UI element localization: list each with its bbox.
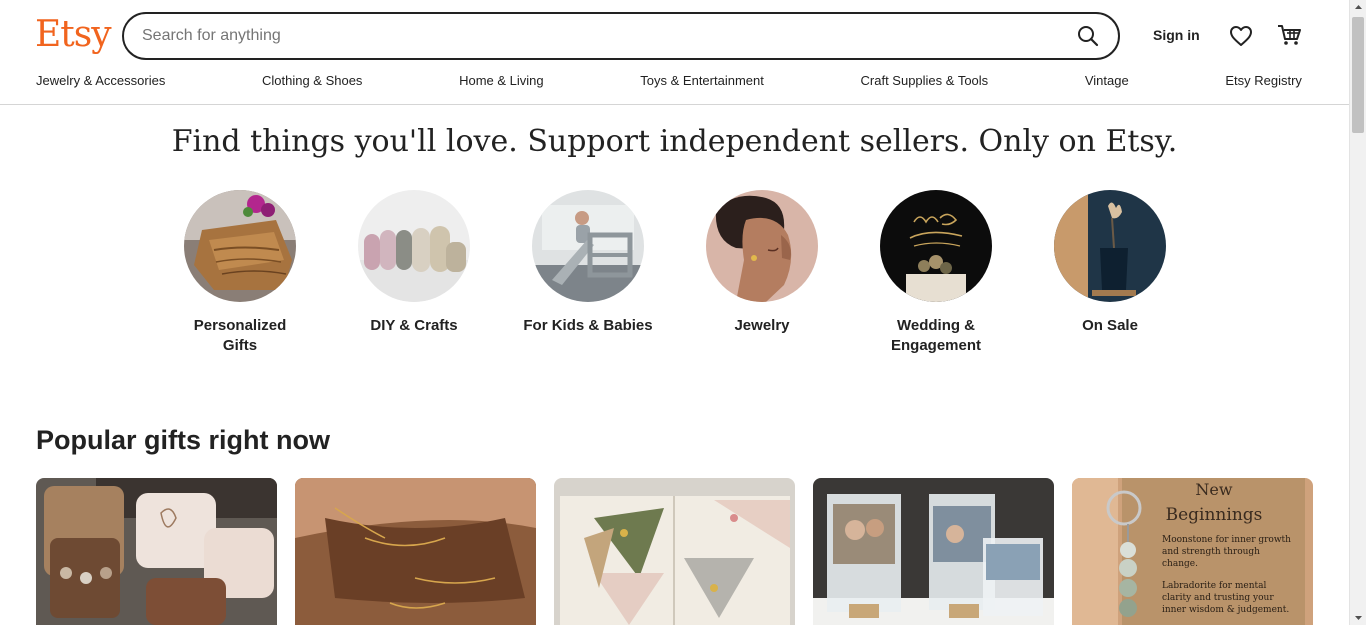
- heart-icon[interactable]: [1229, 24, 1253, 48]
- card-line: and strength through: [1162, 547, 1260, 557]
- search-bar[interactable]: [122, 12, 1120, 60]
- nav-item-etsy-registry[interactable]: Etsy Registry: [1225, 73, 1302, 88]
- category-label: Wedding & Engagement: [890, 317, 981, 354]
- card-line: Labradorite for mental: [1162, 581, 1266, 591]
- photo-plaques-image: [813, 478, 1054, 625]
- category-label: On Sale: [1082, 317, 1138, 334]
- nav-item-vintage[interactable]: Vintage: [1085, 73, 1129, 88]
- gift-card[interactable]: [295, 478, 536, 625]
- nav-item-clothing-shoes[interactable]: Clothing & Shoes: [262, 73, 362, 88]
- category-personalized-gifts[interactable]: Personalized Gifts: [153, 190, 327, 356]
- category-label: Jewelry: [734, 317, 790, 334]
- kids-babies-image: [532, 190, 644, 302]
- moonstone-keychain-image: New Beginnings Moonstone for inner growt…: [1072, 478, 1313, 625]
- category-label: Personalized Gifts: [193, 317, 287, 354]
- popular-gifts-row: New Beginnings Moonstone for inner growt…: [36, 478, 1313, 625]
- jewelry-boxes-image: [36, 478, 277, 625]
- gift-card[interactable]: [36, 478, 277, 625]
- category-nav: Jewelry & Accessories Clothing & Shoes H…: [36, 73, 1302, 88]
- nav-item-craft-supplies[interactable]: Craft Supplies & Tools: [861, 73, 989, 88]
- embroidered-bookmarks-image: [554, 478, 795, 625]
- sign-in-link[interactable]: Sign in: [1153, 27, 1200, 43]
- personalized-gifts-image: [184, 190, 296, 302]
- scrollbar-thumb[interactable]: [1352, 17, 1364, 133]
- cart-icon[interactable]: [1276, 22, 1302, 48]
- category-jewelry[interactable]: Jewelry: [675, 190, 849, 356]
- scroll-down-arrow-icon[interactable]: [1354, 613, 1363, 622]
- category-on-sale[interactable]: On Sale: [1023, 190, 1197, 356]
- search-input[interactable]: [142, 14, 1042, 58]
- etsy-logo[interactable]: Etsy: [35, 14, 112, 56]
- gift-card[interactable]: [554, 478, 795, 625]
- popular-gifts-title: Popular gifts right now: [36, 425, 330, 455]
- search-icon[interactable]: [1076, 24, 1100, 48]
- category-kids-babies[interactable]: For Kids & Babies: [501, 190, 675, 356]
- card-line: clarity and trusting your: [1162, 593, 1274, 603]
- category-diy-crafts[interactable]: DIY & Crafts: [327, 190, 501, 356]
- card-heading-beginnings: Beginnings: [1166, 505, 1263, 525]
- on-sale-image: [1054, 190, 1166, 302]
- category-circles: Personalized Gifts DIY & Crafts For Kids…: [153, 190, 1197, 356]
- scroll-up-arrow-icon[interactable]: [1354, 3, 1363, 12]
- wedding-engagement-image: [880, 190, 992, 302]
- card-heading-new: New: [1195, 480, 1232, 499]
- diy-crafts-image: [358, 190, 470, 302]
- jewelry-image: [706, 190, 818, 302]
- gift-card[interactable]: New Beginnings Moonstone for inner growt…: [1072, 478, 1313, 625]
- card-line: Moonstone for inner growth: [1162, 535, 1291, 545]
- hero-headline: Find things you'll love. Support indepen…: [171, 124, 1178, 159]
- name-necklaces-image: [295, 478, 536, 625]
- nav-item-home-living[interactable]: Home & Living: [459, 73, 544, 88]
- category-label: DIY & Crafts: [370, 317, 458, 334]
- nav-item-toys-entertainment[interactable]: Toys & Entertainment: [640, 73, 764, 88]
- gift-card[interactable]: [813, 478, 1054, 625]
- page-scrollbar[interactable]: [1349, 0, 1366, 625]
- nav-item-jewelry-accessories[interactable]: Jewelry & Accessories: [36, 73, 165, 88]
- site-header: Etsy Sign in Jewelry & Accessories Cloth…: [0, 0, 1349, 105]
- category-wedding-engagement[interactable]: Wedding & Engagement: [849, 190, 1023, 356]
- card-line: inner wisdom & judgement.: [1162, 605, 1289, 615]
- category-label: For Kids & Babies: [523, 317, 653, 334]
- card-line: change.: [1162, 559, 1198, 569]
